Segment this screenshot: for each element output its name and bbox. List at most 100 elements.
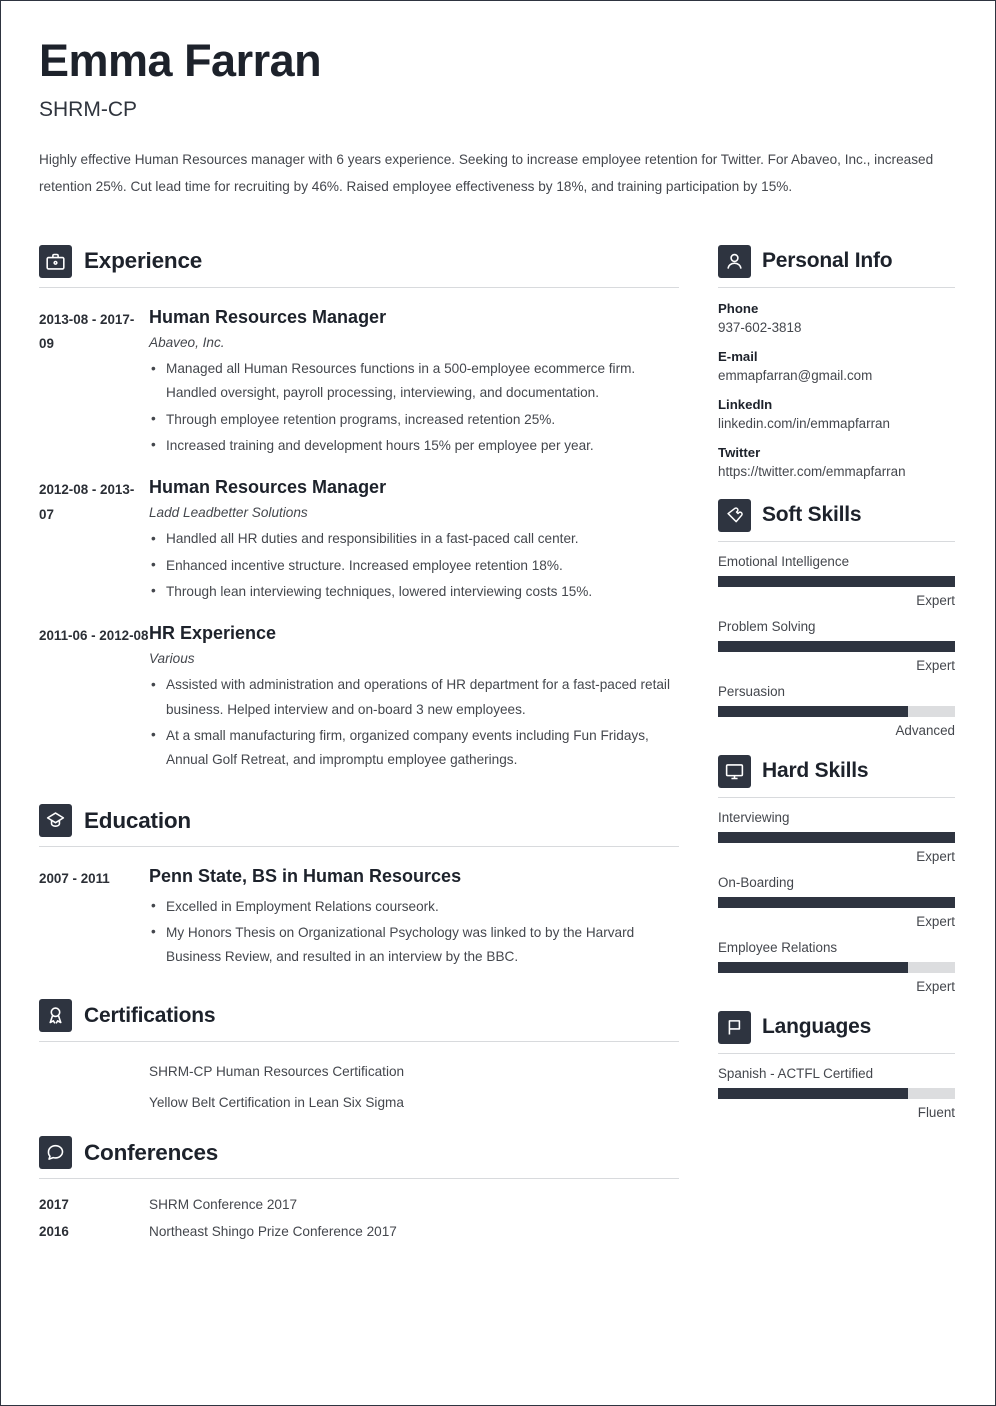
section-title-certifications: Certifications	[84, 1003, 216, 1027]
list-item: Managed all Human Resources functions in…	[149, 357, 679, 405]
skill-name: Interviewing	[718, 809, 790, 825]
list-item: Excelled in Employment Relations courseo…	[149, 894, 679, 919]
conference-name: SHRM Conference 2017	[149, 1197, 298, 1213]
entry-organization: Ladd Leadbetter Solutions	[149, 505, 308, 521]
skill-item: Problem Solving Expert	[718, 619, 955, 673]
skill-bar-fill	[718, 831, 955, 843]
list-item: Enhanced incentive structure. Increased …	[149, 553, 679, 578]
skill-bar-track	[718, 961, 955, 973]
flag-icon	[718, 1010, 751, 1044]
soft-skills-list: Emotional Intelligence Expert Problem So…	[718, 542, 955, 738]
entry-bullets: Handled all HR duties and responsibiliti…	[149, 527, 679, 604]
list-item: Through employee retention programs, inc…	[149, 407, 679, 432]
personal-info-list: Phone 937-602-3818 E-mail emmapfarran@gm…	[718, 288, 955, 479]
professional-title: SHRM-CP	[39, 98, 137, 122]
list-item: Through lean interviewing techniques, lo…	[149, 579, 679, 604]
certifications-list: SHRM-CP Human Resources Certification Ye…	[39, 1042, 679, 1118]
section-title-hard-skills: Hard Skills	[762, 759, 869, 783]
entry-role: Human Resources Manager	[149, 306, 387, 327]
language-bar-fill	[718, 1087, 908, 1099]
info-value-twitter: https://twitter.com/emmapfarran	[718, 463, 906, 479]
info-value-linkedin: linkedin.com/in/emmapfarran	[718, 415, 890, 431]
experience-entry: 2013-08 - 2017-09 Human Resources Manage…	[39, 288, 679, 458]
skill-bar-fill	[718, 896, 955, 908]
section-education: Education 2007 - 2011 Penn State, BS in …	[39, 776, 679, 969]
skill-bar-fill	[718, 961, 908, 973]
skill-bar-fill	[718, 705, 908, 717]
skill-name: Persuasion	[718, 683, 785, 699]
section-languages: Languages Spanish - ACTFL Certified Flue…	[718, 1005, 955, 1120]
entry-dates: 2007 - 2011	[39, 871, 110, 887]
section-title-education: Education	[84, 807, 191, 833]
skill-bar-fill	[718, 575, 955, 587]
entry-role: HR Experience	[149, 622, 277, 643]
skill-level: Expert	[916, 913, 955, 929]
info-label-twitter: Twitter	[718, 444, 761, 460]
education-entry: 2007 - 2011 Penn State, BS in Human Reso…	[39, 847, 679, 969]
skill-item: Employee Relations Expert	[718, 940, 955, 994]
sidebar-column: Personal Info Phone 937-602-3818 E-mail …	[718, 229, 955, 1250]
skill-level: Expert	[916, 657, 955, 673]
entry-organization: Various	[149, 651, 195, 667]
table-row: 2017 SHRM Conference 2017	[39, 1191, 679, 1218]
info-label-email: E-mail	[718, 348, 758, 364]
skill-bar-track	[718, 575, 955, 587]
languages-list: Spanish - ACTFL Certified Fluent	[718, 1054, 955, 1120]
list-item: Assisted with administration and operati…	[149, 673, 679, 721]
resume-header: Emma Farran SHRM-CP Highly effective Hum…	[39, 37, 953, 201]
section-title-experience: Experience	[84, 248, 203, 274]
resume-page: Emma Farran SHRM-CP Highly effective Hum…	[0, 0, 996, 1406]
info-value-email: emmapfarran@gmail.com	[718, 367, 873, 383]
entry-bullets: Managed all Human Resources functions in…	[149, 357, 679, 458]
skill-level: Advanced	[895, 722, 955, 738]
award-ribbon-icon	[39, 999, 72, 1033]
page-title: Emma Farran	[39, 35, 322, 86]
skill-bar-track	[718, 896, 955, 908]
section-hard-skills: Hard Skills Interviewing Expert On-Board…	[718, 749, 955, 994]
summary-paragraph: Highly effective Human Resources manager…	[39, 152, 934, 195]
person-icon	[718, 244, 751, 278]
skill-bar-track	[718, 705, 955, 717]
section-title-languages: Languages	[762, 1015, 872, 1039]
table-row: 2016 Northeast Shingo Prize Conference 2…	[39, 1218, 679, 1245]
list-item: Yellow Belt Certification in Lean Six Si…	[149, 1095, 404, 1111]
skill-bar-fill	[718, 640, 955, 652]
entry-bullets: Excelled in Employment Relations courseo…	[149, 894, 679, 970]
skill-level: Expert	[916, 978, 955, 994]
language-bar-track	[718, 1087, 955, 1099]
conference-name: Northeast Shingo Prize Conference 2017	[149, 1224, 397, 1240]
list-item: Increased training and development hours…	[149, 433, 679, 458]
language-level: Fluent	[917, 1104, 955, 1120]
info-label-phone: Phone	[718, 300, 759, 316]
skill-name: On-Boarding	[718, 874, 794, 890]
hard-skills-list: Interviewing Expert On-Boarding Expert E…	[718, 798, 955, 994]
resume-columns: Experience 2013-08 - 2017-09 Human Resou…	[39, 229, 955, 1250]
section-title-soft-skills: Soft Skills	[762, 503, 862, 527]
info-label-linkedin: LinkedIn	[718, 396, 773, 412]
list-item: Handled all HR duties and responsibiliti…	[149, 527, 679, 551]
conferences-list: 2017 SHRM Conference 2017 2016 Northeast…	[39, 1179, 679, 1245]
skill-item: Emotional Intelligence Expert	[718, 554, 955, 608]
list-item: At a small manufacturing firm, organized…	[149, 723, 679, 772]
conference-year: 2016	[39, 1224, 69, 1240]
section-conferences: Conferences 2017 SHRM Conference 2017 20…	[39, 1122, 679, 1245]
entry-dates: 2013-08 - 2017-09	[39, 311, 135, 352]
section-certifications: Certifications SHRM-CP Human Resources C…	[39, 973, 679, 1118]
skill-bar-track	[718, 640, 955, 652]
skill-name: Emotional Intelligence	[718, 553, 850, 569]
conference-year: 2017	[39, 1197, 69, 1213]
skill-item: Interviewing Expert	[718, 810, 955, 864]
skill-level: Expert	[916, 848, 955, 864]
section-experience: Experience 2013-08 - 2017-09 Human Resou…	[39, 229, 679, 773]
entry-dates: 2011-06 - 2012-08	[39, 627, 149, 643]
main-column: Experience 2013-08 - 2017-09 Human Resou…	[39, 229, 679, 1250]
experience-entry: 2011-06 - 2012-08 HR Experience Various …	[39, 604, 679, 772]
skill-level: Expert	[916, 592, 955, 608]
section-title-personal-info: Personal Info	[762, 249, 893, 273]
info-value-phone: 937-602-3818	[718, 319, 802, 335]
skill-name: Employee Relations	[718, 939, 838, 955]
briefcase-icon	[39, 244, 72, 278]
entry-organization: Abaveo, Inc.	[149, 335, 225, 351]
entry-bullets: Assisted with administration and operati…	[149, 673, 679, 772]
language-item: Spanish - ACTFL Certified Fluent	[718, 1066, 955, 1120]
